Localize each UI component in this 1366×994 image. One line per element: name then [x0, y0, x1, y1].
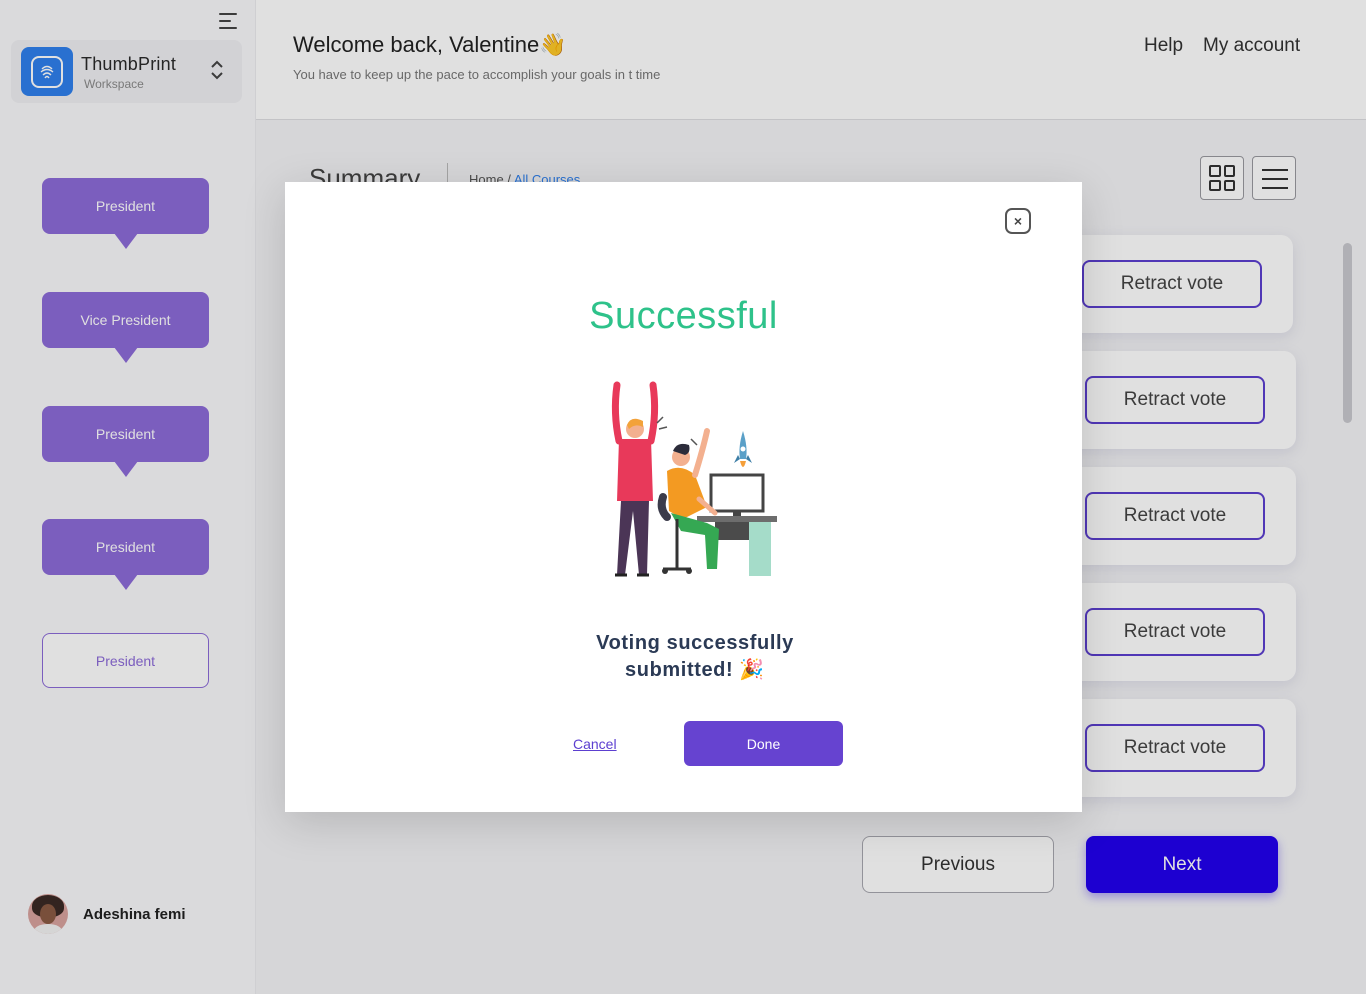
dialog-title: Successful — [589, 295, 778, 337]
success-dialog: × Successful Voting successfully submitt… — [285, 182, 1082, 812]
success-message-line: submitted! 🎉 — [625, 659, 765, 681]
close-icon[interactable]: × — [1005, 208, 1031, 234]
cancel-link[interactable]: Cancel — [573, 736, 617, 752]
success-message: Voting successfully submitted! 🎉 — [285, 630, 1105, 684]
done-button[interactable]: Done — [684, 721, 843, 766]
celebration-illustration — [611, 381, 777, 577]
success-message-line: Voting successfully — [596, 632, 794, 654]
